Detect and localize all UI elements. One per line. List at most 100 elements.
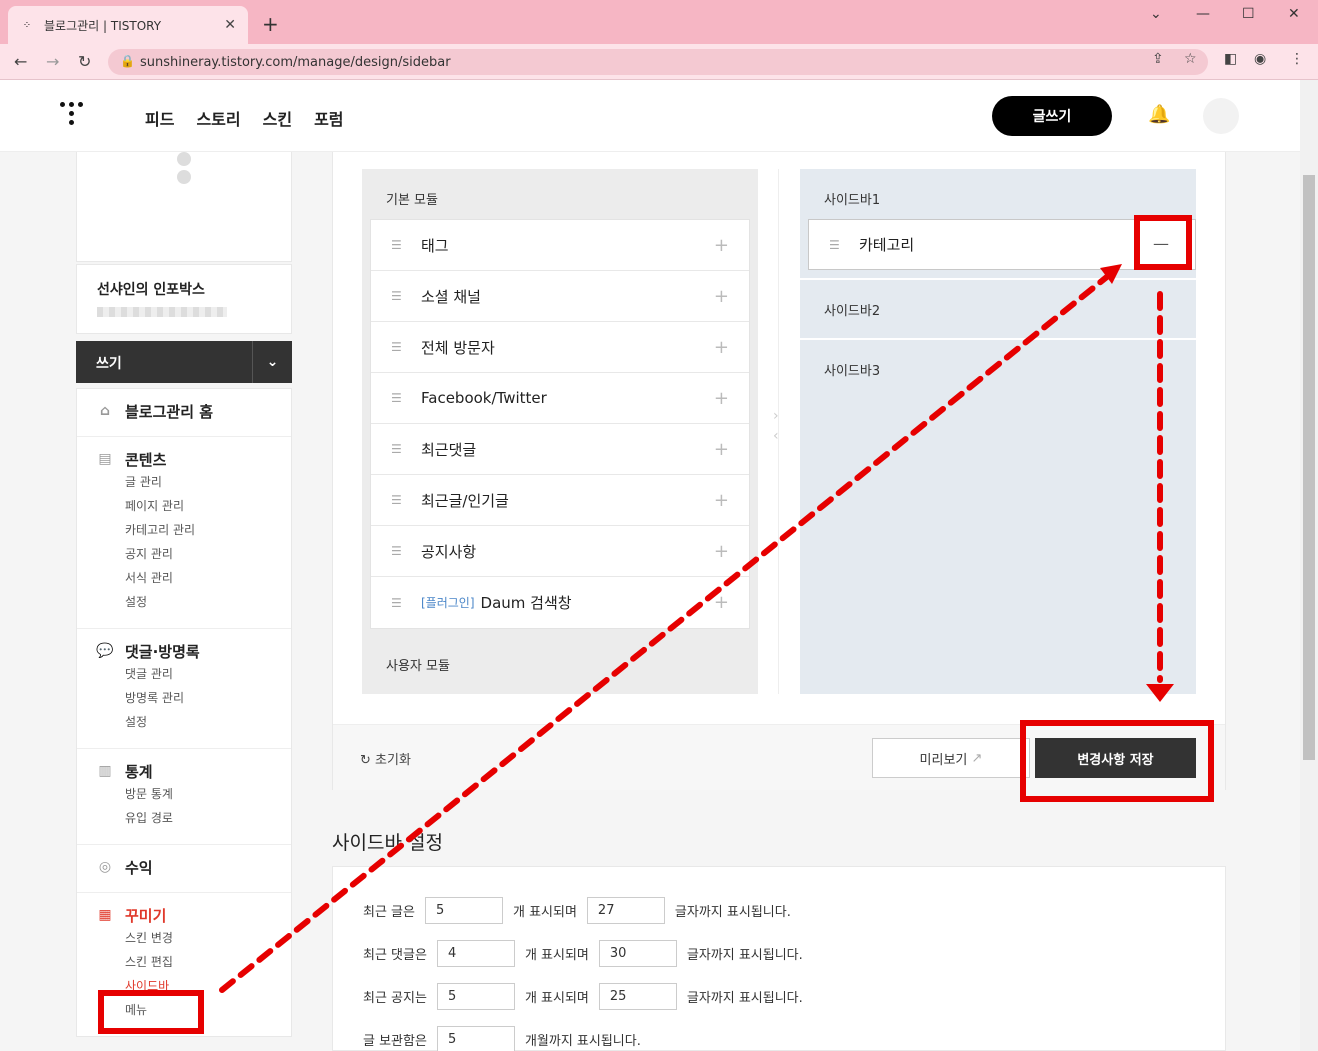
module-item[interactable]: ☰ [플러그인] Daum 검색창 +	[371, 577, 749, 628]
add-icon[interactable]: +	[714, 541, 729, 562]
module-item[interactable]: ☰ 소셜 채널 +	[371, 271, 749, 322]
basic-modules-label: 기본 모듈	[386, 193, 438, 208]
write-post-button[interactable]: 글쓰기	[992, 96, 1112, 136]
tistory-logo-icon[interactable]	[60, 102, 88, 130]
menu-decorate[interactable]: ▦ 꾸미기	[95, 905, 273, 926]
module-item[interactable]: ☰ Facebook/Twitter +	[371, 373, 749, 424]
profile-icon[interactable]: ◉	[1254, 51, 1266, 67]
maximize-icon[interactable]: ☐	[1242, 6, 1255, 22]
drag-handle-icon[interactable]: ☰	[391, 391, 405, 405]
reset-icon: ↻	[360, 753, 371, 768]
coins-icon: ◎	[98, 858, 112, 875]
global-nav: 피드 스토리 스킨 포럼	[145, 106, 344, 130]
tab-close-icon[interactable]: ✕	[224, 17, 236, 33]
sidebar1-module-name: 카테고리	[859, 236, 915, 254]
menu-guestbook-manage[interactable]: 방명록 관리	[125, 686, 273, 710]
blog-name[interactable]: 선샤인의 인포박스	[97, 279, 271, 299]
minimize-icon[interactable]: —	[1196, 6, 1210, 22]
nav-forum[interactable]: 포럼	[314, 106, 343, 130]
chevron-left-icon: ‹	[773, 428, 779, 444]
browser-tab-bar: ⁘ 블로그관리 | TISTORY ✕ + ⌄ — ☐ ✕	[0, 0, 1318, 44]
chevron-down-icon[interactable]: ⌄	[252, 341, 292, 383]
lock-icon: 🔒	[120, 54, 135, 68]
browser-menu-icon[interactable]: ⋮	[1290, 51, 1304, 67]
sidebar1-label: 사이드바1	[824, 193, 881, 208]
archive-months-input[interactable]	[436, 1026, 515, 1051]
star-icon[interactable]: ☆	[1184, 51, 1197, 67]
site-header: 피드 스토리 스킨 포럼 글쓰기 🔔	[0, 80, 1300, 152]
drag-handle-icon[interactable]: ☰	[391, 340, 405, 354]
drag-handle-icon[interactable]: ☰	[391, 596, 405, 610]
back-icon[interactable]: ←	[14, 52, 27, 71]
menu-page-manage[interactable]: 페이지 관리	[125, 494, 273, 518]
menu-referrer[interactable]: 유입 경로	[125, 806, 273, 830]
module-item[interactable]: ☰ 최근글/인기글 +	[371, 475, 749, 526]
module-item[interactable]: ☰ 최근댓글 +	[371, 424, 749, 475]
menu-content-settings[interactable]: 설정	[125, 590, 273, 614]
menu-post-manage[interactable]: 글 관리	[125, 470, 273, 494]
write-bar[interactable]: 쓰기 ⌄	[76, 341, 292, 383]
menu-comments[interactable]: 💬 댓글·방명록	[95, 641, 273, 662]
nav-skin[interactable]: 스킨	[263, 106, 292, 130]
new-tab-icon[interactable]: +	[262, 12, 279, 36]
nav-story[interactable]: 스토리	[196, 106, 240, 130]
menu-category-manage[interactable]: 카테고리 관리	[125, 518, 273, 542]
drag-handle-icon[interactable]: ☰	[391, 493, 405, 507]
annotation-box-save	[1020, 720, 1214, 802]
add-icon[interactable]: +	[714, 286, 729, 307]
comment-icon: 💬	[96, 642, 114, 659]
reset-button[interactable]: ↻ 초기화	[360, 749, 411, 768]
drag-handle-icon[interactable]: ☰	[829, 238, 843, 252]
menu-stats[interactable]: ▥ 통계	[95, 761, 273, 782]
drag-handle-icon[interactable]: ☰	[391, 442, 405, 456]
menu-contents[interactable]: ▤ 콘텐츠	[95, 449, 273, 470]
share-icon[interactable]: ⇪	[1152, 51, 1164, 67]
nav-feed[interactable]: 피드	[145, 106, 174, 130]
add-icon[interactable]: +	[714, 337, 729, 358]
blog-url-blurred[interactable]	[97, 307, 227, 317]
drag-handle-icon[interactable]: ☰	[391, 544, 405, 558]
menu-revenue[interactable]: ◎ 수익	[95, 857, 273, 878]
forward-icon[interactable]: →	[46, 52, 59, 71]
menu-skin-edit[interactable]: 스킨 편집	[125, 950, 273, 974]
menu-template-manage[interactable]: 서식 관리	[125, 566, 273, 590]
avatar[interactable]	[1203, 98, 1239, 134]
module-list-panel: 기본 모듈 ☰ 태그 + ☰ 소셜 채널 + ☰ 전체 방문자 + ☰ Facebook/Tw…	[362, 169, 758, 694]
url-field[interactable]: 🔒 sunshineray.tistory.com/manage/design/…	[108, 49, 1208, 75]
menu-visit-stats[interactable]: 방문 통계	[125, 782, 273, 806]
module-item[interactable]: ☰ 태그 +	[371, 220, 749, 271]
preview-button[interactable]: 미리보기 ↗	[872, 738, 1030, 778]
add-icon[interactable]: +	[714, 592, 729, 613]
recent-posts-chars-input[interactable]	[586, 897, 665, 924]
recent-notices-count-input[interactable]	[436, 983, 515, 1010]
menu-comment-settings[interactable]: 설정	[125, 710, 273, 734]
browser-tab[interactable]: ⁘ 블로그관리 | TISTORY ✕	[8, 6, 248, 44]
recent-comments-count-input[interactable]	[436, 940, 515, 967]
menu-skin-change[interactable]: 스킨 변경	[125, 926, 273, 950]
recent-notices-chars-input[interactable]	[598, 983, 677, 1010]
add-icon[interactable]: +	[714, 235, 729, 256]
drag-handle-icon[interactable]: ☰	[391, 238, 405, 252]
window-close-icon[interactable]: ✕	[1288, 6, 1300, 22]
add-icon[interactable]: +	[714, 439, 729, 460]
menu-notice-manage[interactable]: 공지 관리	[125, 542, 273, 566]
tab-search-icon[interactable]: ⌄	[1150, 6, 1162, 22]
basic-module-list: ☰ 태그 + ☰ 소셜 채널 + ☰ 전체 방문자 + ☰ Facebook/Twitter +…	[370, 219, 750, 629]
notification-bell-icon[interactable]: 🔔	[1148, 104, 1170, 125]
sidebar-separator	[800, 338, 1196, 340]
menu-comment-manage[interactable]: 댓글 관리	[125, 662, 273, 686]
module-item[interactable]: ☰ 공지사항 +	[371, 526, 749, 577]
tab-title: 블로그관리 | TISTORY	[44, 18, 162, 33]
recent-comments-chars-input[interactable]	[598, 940, 677, 967]
side-panel-icon[interactable]: ◧	[1224, 51, 1237, 67]
menu-home[interactable]: ⌂ 블로그관리 홈	[95, 401, 273, 422]
annotation-box-sidebar-menu	[98, 990, 204, 1034]
page-scrollbar[interactable]	[1300, 80, 1318, 1051]
drag-handle-icon[interactable]: ☰	[391, 289, 405, 303]
module-item[interactable]: ☰ 전체 방문자 +	[371, 322, 749, 373]
home-icon: ⌂	[99, 402, 111, 419]
recent-posts-count-input[interactable]	[424, 897, 503, 924]
add-icon[interactable]: +	[714, 388, 729, 409]
add-icon[interactable]: +	[714, 490, 729, 511]
reload-icon[interactable]: ↻	[78, 52, 91, 71]
